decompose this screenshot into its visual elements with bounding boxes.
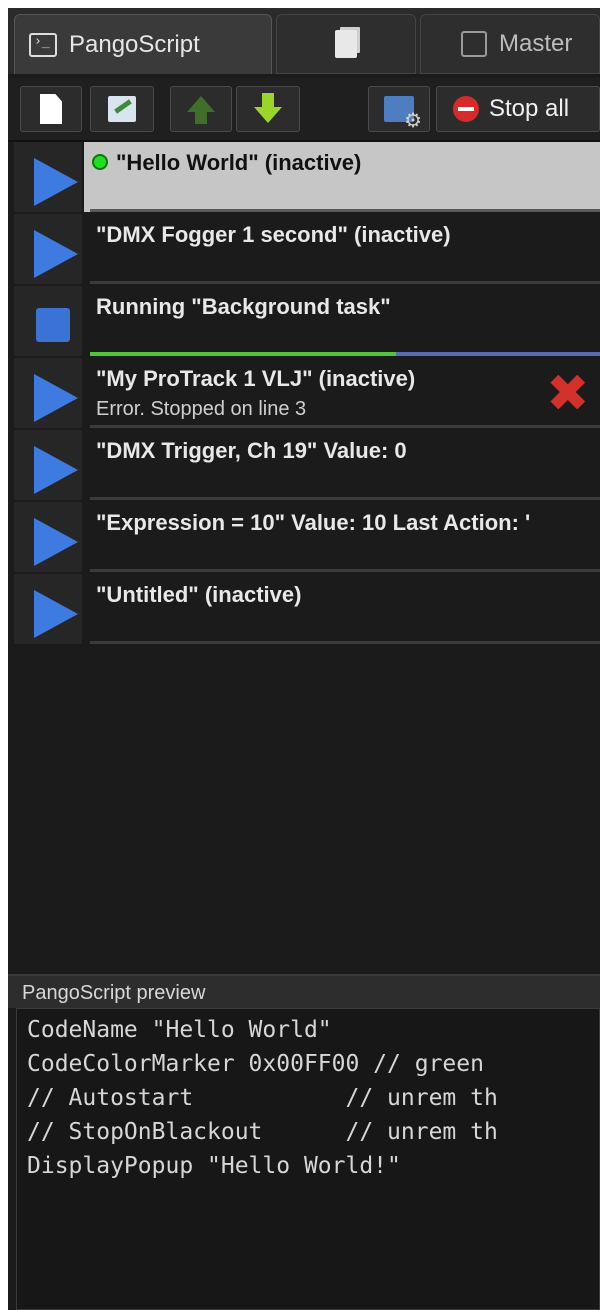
row-divider bbox=[90, 281, 600, 284]
settings-icon bbox=[384, 96, 422, 132]
play-icon bbox=[34, 374, 78, 422]
script-row[interactable]: "Expression = 10" Value: 10 Last Action:… bbox=[8, 502, 600, 572]
progress-fill bbox=[90, 352, 396, 356]
play-icon bbox=[34, 446, 78, 494]
code-line: // StopOnBlackout // unrem th bbox=[27, 1119, 498, 1145]
play-icon bbox=[34, 158, 78, 206]
script-control[interactable] bbox=[14, 430, 82, 500]
tab-master[interactable]: Master bbox=[420, 14, 600, 74]
row-divider bbox=[90, 641, 600, 644]
code-preview[interactable]: CodeName "Hello World" CodeColorMarker 0… bbox=[16, 1008, 600, 1310]
tab-label: Master bbox=[499, 30, 573, 57]
row-divider bbox=[90, 569, 600, 572]
play-icon bbox=[34, 518, 78, 566]
script-row[interactable]: "My ProTrack 1 VLJ" (inactive) Error. St… bbox=[8, 358, 600, 428]
tab-label: PangoScript bbox=[69, 30, 200, 58]
code-line: // Autostart // unrem th bbox=[27, 1085, 498, 1111]
script-item[interactable]: "Hello World" (inactive) bbox=[84, 142, 600, 212]
script-item[interactable]: "DMX Fogger 1 second" (inactive) bbox=[84, 214, 600, 284]
script-title: "Expression = 10" Value: 10 Last Action:… bbox=[96, 510, 531, 535]
script-item[interactable]: Running "Background task" bbox=[84, 286, 600, 356]
terminal-icon bbox=[29, 32, 57, 57]
script-title: "DMX Fogger 1 second" (inactive) bbox=[96, 222, 451, 247]
stop-square-icon bbox=[36, 308, 70, 342]
script-item[interactable]: "Expression = 10" Value: 10 Last Action:… bbox=[84, 502, 600, 572]
play-icon bbox=[34, 230, 78, 278]
master-icon bbox=[461, 31, 487, 57]
new-script-button[interactable] bbox=[20, 86, 82, 132]
script-settings-button[interactable] bbox=[368, 86, 430, 132]
stop-all-label: Stop all bbox=[489, 95, 570, 122]
tab-pangoscript[interactable]: PangoScript bbox=[14, 14, 272, 74]
script-row[interactable]: "Hello World" (inactive) bbox=[8, 142, 600, 212]
script-control[interactable] bbox=[14, 142, 82, 212]
script-title: "DMX Trigger, Ch 19" Value: 0 bbox=[96, 438, 407, 463]
edit-script-button[interactable] bbox=[90, 86, 154, 132]
row-divider bbox=[90, 425, 600, 428]
code-line: DisplayPopup "Hello World!" bbox=[27, 1153, 401, 1179]
script-control[interactable] bbox=[14, 214, 82, 284]
move-up-button[interactable] bbox=[170, 86, 232, 132]
script-row[interactable]: "DMX Fogger 1 second" (inactive) bbox=[8, 214, 600, 284]
script-row[interactable]: "Untitled" (inactive) bbox=[8, 574, 600, 644]
script-item[interactable]: "DMX Trigger, Ch 19" Value: 0 bbox=[84, 430, 600, 500]
code-line: CodeColorMarker 0x00FF00 // green bbox=[27, 1051, 484, 1077]
script-title: Running "Background task" bbox=[96, 294, 391, 319]
color-marker-icon bbox=[92, 154, 108, 170]
script-row[interactable]: Running "Background task" bbox=[8, 286, 600, 356]
edit-script-icon bbox=[108, 96, 136, 122]
new-document-icon bbox=[40, 94, 62, 124]
code-line: CodeName "Hello World" bbox=[27, 1017, 332, 1043]
script-item[interactable]: "My ProTrack 1 VLJ" (inactive) Error. St… bbox=[84, 358, 600, 428]
script-item[interactable]: "Untitled" (inactive) bbox=[84, 574, 600, 644]
error-icon: ✖ bbox=[546, 364, 590, 424]
tab-documents[interactable] bbox=[276, 14, 416, 74]
pangoscript-window: PangoScript Master Stop all bbox=[8, 8, 600, 1310]
script-control[interactable] bbox=[14, 502, 82, 572]
tab-bar: PangoScript Master bbox=[8, 8, 600, 74]
script-control[interactable] bbox=[14, 358, 82, 428]
script-title: "Untitled" (inactive) bbox=[96, 582, 302, 607]
script-title: "Hello World" (inactive) bbox=[116, 150, 362, 175]
script-error-message: Error. Stopped on line 3 bbox=[96, 398, 307, 420]
preview-header: PangoScript preview bbox=[8, 974, 600, 1008]
script-list: "Hello World" (inactive) "DMX Fogger 1 s… bbox=[8, 142, 600, 962]
row-divider bbox=[90, 497, 600, 500]
stop-all-button[interactable]: Stop all bbox=[436, 86, 600, 132]
play-icon bbox=[34, 590, 78, 638]
arrow-down-icon bbox=[254, 93, 282, 123]
script-title: "My ProTrack 1 VLJ" (inactive) bbox=[96, 366, 416, 391]
documents-icon bbox=[335, 30, 357, 58]
row-divider bbox=[90, 209, 600, 212]
move-down-button[interactable] bbox=[236, 86, 300, 132]
stop-icon bbox=[453, 96, 479, 122]
script-control[interactable] bbox=[14, 286, 82, 356]
script-control[interactable] bbox=[14, 574, 82, 644]
script-progress-bar bbox=[90, 352, 600, 356]
script-row[interactable]: "DMX Trigger, Ch 19" Value: 0 bbox=[8, 430, 600, 500]
toolbar: Stop all bbox=[8, 78, 600, 142]
arrow-up-icon bbox=[187, 96, 215, 124]
